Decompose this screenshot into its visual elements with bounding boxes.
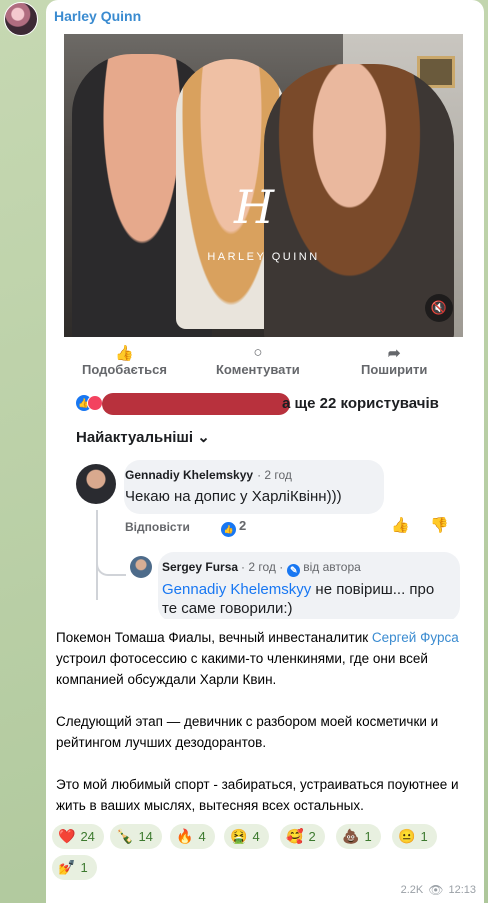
comment-label: Коментувати <box>216 362 300 377</box>
reaction-chip[interactable]: 🔥 4 <box>170 824 215 849</box>
post-actions: 👍 Подобається ○ Коментувати ➦ Поширити <box>64 340 463 388</box>
reaction-chip[interactable]: 😐 1 <box>392 824 437 849</box>
reply-author-name: Sergey Fursa <box>162 560 239 574</box>
mute-icon[interactable]: 🔇 <box>425 294 453 322</box>
sort-label: Найактуальніші <box>76 429 194 446</box>
poop-icon: 💩 <box>342 828 360 844</box>
post-text-part: Покемон Томаша Фиалы, вечный инвестанали… <box>56 630 372 645</box>
comment-avatar[interactable] <box>76 464 116 504</box>
comment-author-name: Gennadiy Khelemskyy <box>125 468 254 482</box>
reaction-count: 1 <box>80 860 88 875</box>
reactions-summary[interactable]: 👍 а ще 22 користувачів <box>76 392 461 416</box>
fire-icon: 🔥 <box>176 828 194 844</box>
love-reaction-icon <box>87 395 103 411</box>
share-action[interactable]: ➦ Поширити <box>361 344 427 377</box>
post-paragraph: Следующий этап — девичник с разбором мое… <box>56 714 439 750</box>
redaction-mark <box>102 393 290 415</box>
logo-text: HARLEY QUINN <box>207 251 320 263</box>
thumbs-up-icon[interactable]: 👍 <box>391 516 410 534</box>
comment-text: Чекаю на допис у ХарліКвінн))) <box>125 488 342 505</box>
heart-icon: ❤️ <box>58 828 76 844</box>
logo-letter: H <box>234 180 275 234</box>
eye-icon: 👁 <box>428 883 444 897</box>
post-paragraph: Покемон Томаша Фиалы, вечный инвестанали… <box>56 627 476 690</box>
reaction-chip[interactable]: ❤️ 24 <box>52 824 104 849</box>
sort-dropdown[interactable]: Найактуальніші ⌄ <box>76 428 210 446</box>
like-label: Подобається <box>82 362 167 377</box>
post-paragraph: Это мой любимый спорт - забираться, устр… <box>56 777 459 813</box>
message-time: 12:13 <box>448 884 476 896</box>
photo-person <box>264 64 454 337</box>
thumbs-down-icon[interactable]: 👎 <box>430 516 449 534</box>
thumbs-up-icon: 👍 <box>115 345 134 362</box>
vomit-face-icon: 🤮 <box>230 828 248 844</box>
channel-name[interactable]: Harley Quinn <box>54 8 141 24</box>
channel-avatar[interactable] <box>4 2 38 36</box>
reaction-count: 14 <box>138 829 153 844</box>
post-text: Покемон Томаша Фиалы, вечный инвестанали… <box>56 627 476 837</box>
reaction-chip[interactable]: 🍾 14 <box>110 824 162 849</box>
comment-time: · 2 год <box>257 468 292 482</box>
like-mini-icon: 👍 <box>221 522 236 537</box>
post-text-part: устроил фотосессию с какими-то членкиням… <box>56 651 428 687</box>
reply-time: · 2 год · <box>241 560 284 574</box>
reaction-count: 24 <box>80 829 95 844</box>
comment-author[interactable]: Gennadiy Khelemskyy · 2 год <box>125 468 292 482</box>
author-tag: від автора <box>303 560 361 574</box>
nail-polish-icon: 💅 <box>58 859 76 875</box>
author-link[interactable]: Сергей Фурса <box>372 630 459 645</box>
reaction-count: 2 <box>308 829 316 844</box>
embedded-screenshot[interactable]: H HARLEY QUINN 🔇 👍 Подобається ○ Коменту… <box>64 34 463 619</box>
reaction-chip[interactable]: 💩 1 <box>336 824 381 849</box>
reaction-chip[interactable]: 💅 1 <box>52 855 97 880</box>
comment-icon: ○ <box>253 344 263 361</box>
reply-author[interactable]: Sergey Fursa · 2 год · ✎ від автора <box>162 560 361 577</box>
comment-like-count: 2 <box>239 518 247 533</box>
share-label: Поширити <box>361 362 428 377</box>
thread-connector <box>96 554 126 576</box>
reactions-summary-text: а ще 22 користувачів <box>282 395 439 412</box>
reply-text: Gennadiy Khelemskyy не повіриш... про те… <box>162 580 452 618</box>
smiling-hearts-icon: 🥰 <box>286 828 304 844</box>
message-footer: 2.2K 👁 12:13 <box>401 883 476 897</box>
reaction-chip[interactable]: 🥰 2 <box>280 824 325 849</box>
reaction-chip[interactable]: 🤮 4 <box>224 824 269 849</box>
author-badge-icon: ✎ <box>287 564 301 577</box>
chevron-down-icon: ⌄ <box>197 429 210 446</box>
champagne-icon: 🍾 <box>116 828 134 844</box>
reply-avatar[interactable] <box>130 556 152 578</box>
reply-button[interactable]: Відповісти <box>125 520 190 534</box>
neutral-face-icon: 😐 <box>398 828 416 844</box>
view-count: 2.2K <box>400 884 424 896</box>
reaction-count: 1 <box>420 829 428 844</box>
reply-mention[interactable]: Gennadiy Khelemskyy <box>162 581 311 598</box>
comment-action[interactable]: ○ Коментувати <box>216 344 300 377</box>
reaction-count: 1 <box>364 829 372 844</box>
post-photo: H HARLEY QUINN 🔇 <box>64 34 463 337</box>
share-icon: ➦ <box>387 345 401 362</box>
comment-likes: 👍 2 <box>221 518 246 537</box>
like-action[interactable]: 👍 Подобається <box>82 344 167 377</box>
reaction-count: 4 <box>252 829 260 844</box>
reaction-count: 4 <box>198 829 206 844</box>
